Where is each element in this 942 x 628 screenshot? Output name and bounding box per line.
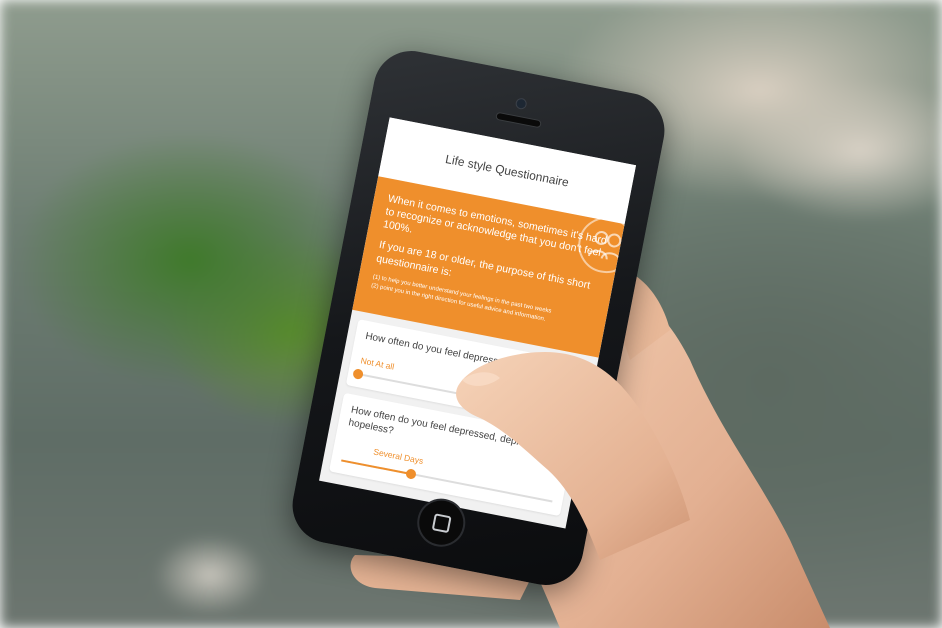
thumb-finger-image [456,352,690,560]
